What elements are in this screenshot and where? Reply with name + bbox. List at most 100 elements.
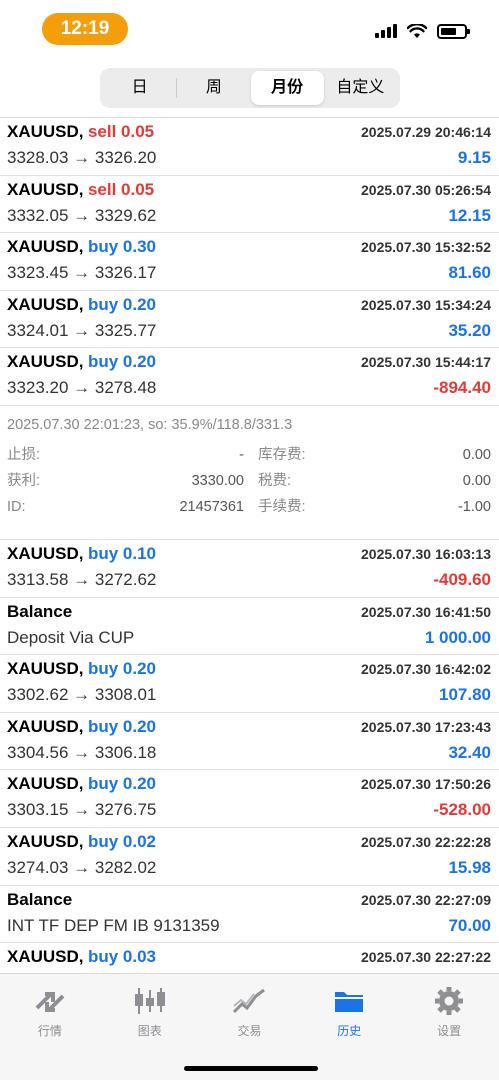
trade-datetime: 2025.07.29 20:46:14 <box>361 124 491 140</box>
trade-row[interactable]: XAUUSD, buy 0.02 2025.07.30 22:22:28 327… <box>0 828 499 886</box>
trade-symbol: XAUUSD, <box>7 179 84 199</box>
id-value: 21457361 <box>179 498 244 515</box>
trade-symbol: XAUUSD, <box>7 543 84 563</box>
trade-datetime: 2025.07.30 22:27:09 <box>361 891 491 908</box>
tab-label: 行情 <box>37 1024 62 1038</box>
history-list[interactable]: XAUUSD, sell 0.05 2025.07.29 20:46:14 33… <box>0 117 499 973</box>
tab-chart[interactable]: 图表 <box>100 974 200 1080</box>
trade-line-icon <box>200 984 300 1018</box>
trade-side: buy 0.02 <box>87 831 157 851</box>
tax-value: 0.00 <box>462 472 491 489</box>
status-bar: 12:19 <box>0 0 499 56</box>
trade-details-panel: 2025.07.30 22:01:23, so: 35.9%/118.8/331… <box>0 406 499 540</box>
trade-row[interactable]: XAUUSD, sell 0.05 2025.07.29 20:46:14 33… <box>0 118 499 176</box>
trade-side: buy 0.30 <box>87 237 157 257</box>
history-folder-icon <box>299 984 399 1018</box>
trade-prices: 3303.15 → 3276.75 <box>7 800 157 820</box>
trade-symbol: XAUUSD, <box>7 947 84 967</box>
segment-month[interactable]: 月份 <box>250 71 324 105</box>
trade-datetime: 2025.07.30 17:23:43 <box>361 718 491 735</box>
cellular-signal-icon <box>375 24 397 38</box>
id-label: ID: <box>7 498 26 515</box>
trade-symbol: XAUUSD, <box>7 237 84 257</box>
trade-row[interactable]: XAUUSD, buy 0.20 2025.07.30 17:50:26 330… <box>0 770 499 828</box>
trade-side: sell 0.05 <box>87 122 155 141</box>
trade-prices: 3274.03 → 3282.02 <box>7 857 157 877</box>
trade-profit: 107.80 <box>439 685 491 705</box>
status-time[interactable]: 12:19 <box>42 13 128 45</box>
trade-datetime: 2025.07.30 15:44:17 <box>361 354 491 371</box>
trade-datetime: 2025.07.30 22:22:28 <box>361 833 491 850</box>
gear-icon <box>399 984 499 1018</box>
commission-label: 手续费: <box>258 498 306 515</box>
trade-datetime: 2025.07.30 16:41:50 <box>361 603 491 620</box>
tab-trade[interactable]: 交易 <box>200 974 300 1080</box>
trade-symbol: XAUUSD, <box>7 774 84 794</box>
tab-label: 设置 <box>437 1024 462 1038</box>
trade-side: buy 0.20 <box>87 716 157 736</box>
trade-prices: 3332.05 → 3329.62 <box>7 205 157 225</box>
trade-prices: Deposit Via CUP <box>7 627 135 647</box>
trade-prices: 3313.58 → 3272.62 <box>7 569 157 589</box>
trade-profit: 81.60 <box>448 263 491 283</box>
stop-loss-value: - <box>239 446 244 463</box>
segment-custom[interactable]: 自定义 <box>324 71 397 105</box>
status-icons <box>375 22 470 40</box>
trade-prices: 3323.20 → 3278.48 <box>7 378 157 398</box>
tab-settings[interactable]: 设置 <box>399 974 499 1080</box>
trade-datetime: 2025.07.30 15:34:24 <box>361 296 491 313</box>
quotes-arrows-icon <box>0 984 100 1018</box>
trade-side: buy 0.20 <box>87 294 157 314</box>
trade-row[interactable]: XAUUSD, buy 0.03 2025.07.30 22:27:22 327… <box>0 943 499 973</box>
trade-row[interactable]: XAUUSD, buy 0.10 2025.07.30 16:03:13 331… <box>0 540 499 598</box>
trade-row[interactable]: XAUUSD, buy 0.20 2025.07.30 17:23:43 330… <box>0 713 499 771</box>
trade-prices: 3323.45 → 3326.17 <box>7 263 157 283</box>
tab-label: 图表 <box>137 1024 162 1038</box>
take-profit-label: 获利: <box>7 472 41 489</box>
trade-datetime: 2025.07.30 15:32:52 <box>361 239 491 256</box>
tab-quotes[interactable]: 行情 <box>0 974 100 1080</box>
tab-history[interactable]: 历史 <box>299 974 399 1080</box>
trade-side: buy 0.20 <box>87 352 157 372</box>
trade-row[interactable]: Balance 2025.07.30 22:27:09 INT TF DEP F… <box>0 886 499 944</box>
period-segmented-control: 日 周 月份 自定义 <box>100 68 400 108</box>
trade-profit: 9.15 <box>457 148 491 167</box>
trade-side: buy 0.20 <box>87 659 157 679</box>
trade-symbol: XAUUSD, <box>7 294 84 314</box>
trade-side: sell 0.05 <box>87 179 155 199</box>
segment-week[interactable]: 周 <box>177 71 250 105</box>
trade-symbol: XAUUSD, <box>7 659 84 679</box>
trade-prices: 3324.01 → 3325.77 <box>7 320 157 340</box>
trade-datetime: 2025.07.30 22:27:22 <box>361 949 491 966</box>
home-indicator <box>184 1066 318 1071</box>
trade-symbol: XAUUSD, <box>7 831 84 851</box>
tax-label: 税费: <box>258 472 292 489</box>
tab-label: 交易 <box>237 1024 262 1038</box>
trade-row[interactable]: XAUUSD, buy 0.30 2025.07.30 15:32:52 332… <box>0 233 499 291</box>
commission-value: -1.00 <box>457 498 491 515</box>
trade-profit: 32.40 <box>448 742 491 762</box>
trade-row[interactable]: XAUUSD, buy 0.20 2025.07.30 15:44:17 332… <box>0 348 499 406</box>
trade-side: buy 0.03 <box>87 947 157 967</box>
trade-row[interactable]: XAUUSD, buy 0.20 2025.07.30 15:34:24 332… <box>0 291 499 349</box>
trade-datetime: 2025.07.30 16:42:02 <box>361 661 491 678</box>
trade-row[interactable]: Balance 2025.07.30 16:41:50 Deposit Via … <box>0 598 499 656</box>
wifi-icon <box>407 23 427 38</box>
battery-icon <box>437 23 470 39</box>
trade-row[interactable]: XAUUSD, sell 0.05 2025.07.30 05:26:54 33… <box>0 176 499 234</box>
trade-symbol: Balance <box>7 889 73 909</box>
trade-symbol: XAUUSD, <box>7 122 84 141</box>
chart-candles-icon <box>100 984 200 1018</box>
trade-datetime: 2025.07.30 16:03:13 <box>361 545 491 562</box>
trade-profit: 15.98 <box>448 857 491 877</box>
swap-value: 0.00 <box>462 446 491 463</box>
trade-prices: 3302.62 → 3308.01 <box>7 685 157 705</box>
swap-label: 库存费: <box>258 446 306 463</box>
segment-day[interactable]: 日 <box>103 71 176 105</box>
trade-profit: -409.60 <box>433 569 491 589</box>
trade-side: buy 0.10 <box>87 543 157 563</box>
trade-row[interactable]: XAUUSD, buy 0.20 2025.07.30 16:42:02 330… <box>0 655 499 713</box>
trade-profit: 70.00 <box>448 915 491 935</box>
trade-symbol: XAUUSD, <box>7 716 84 736</box>
trade-profit: 35.20 <box>448 320 491 340</box>
